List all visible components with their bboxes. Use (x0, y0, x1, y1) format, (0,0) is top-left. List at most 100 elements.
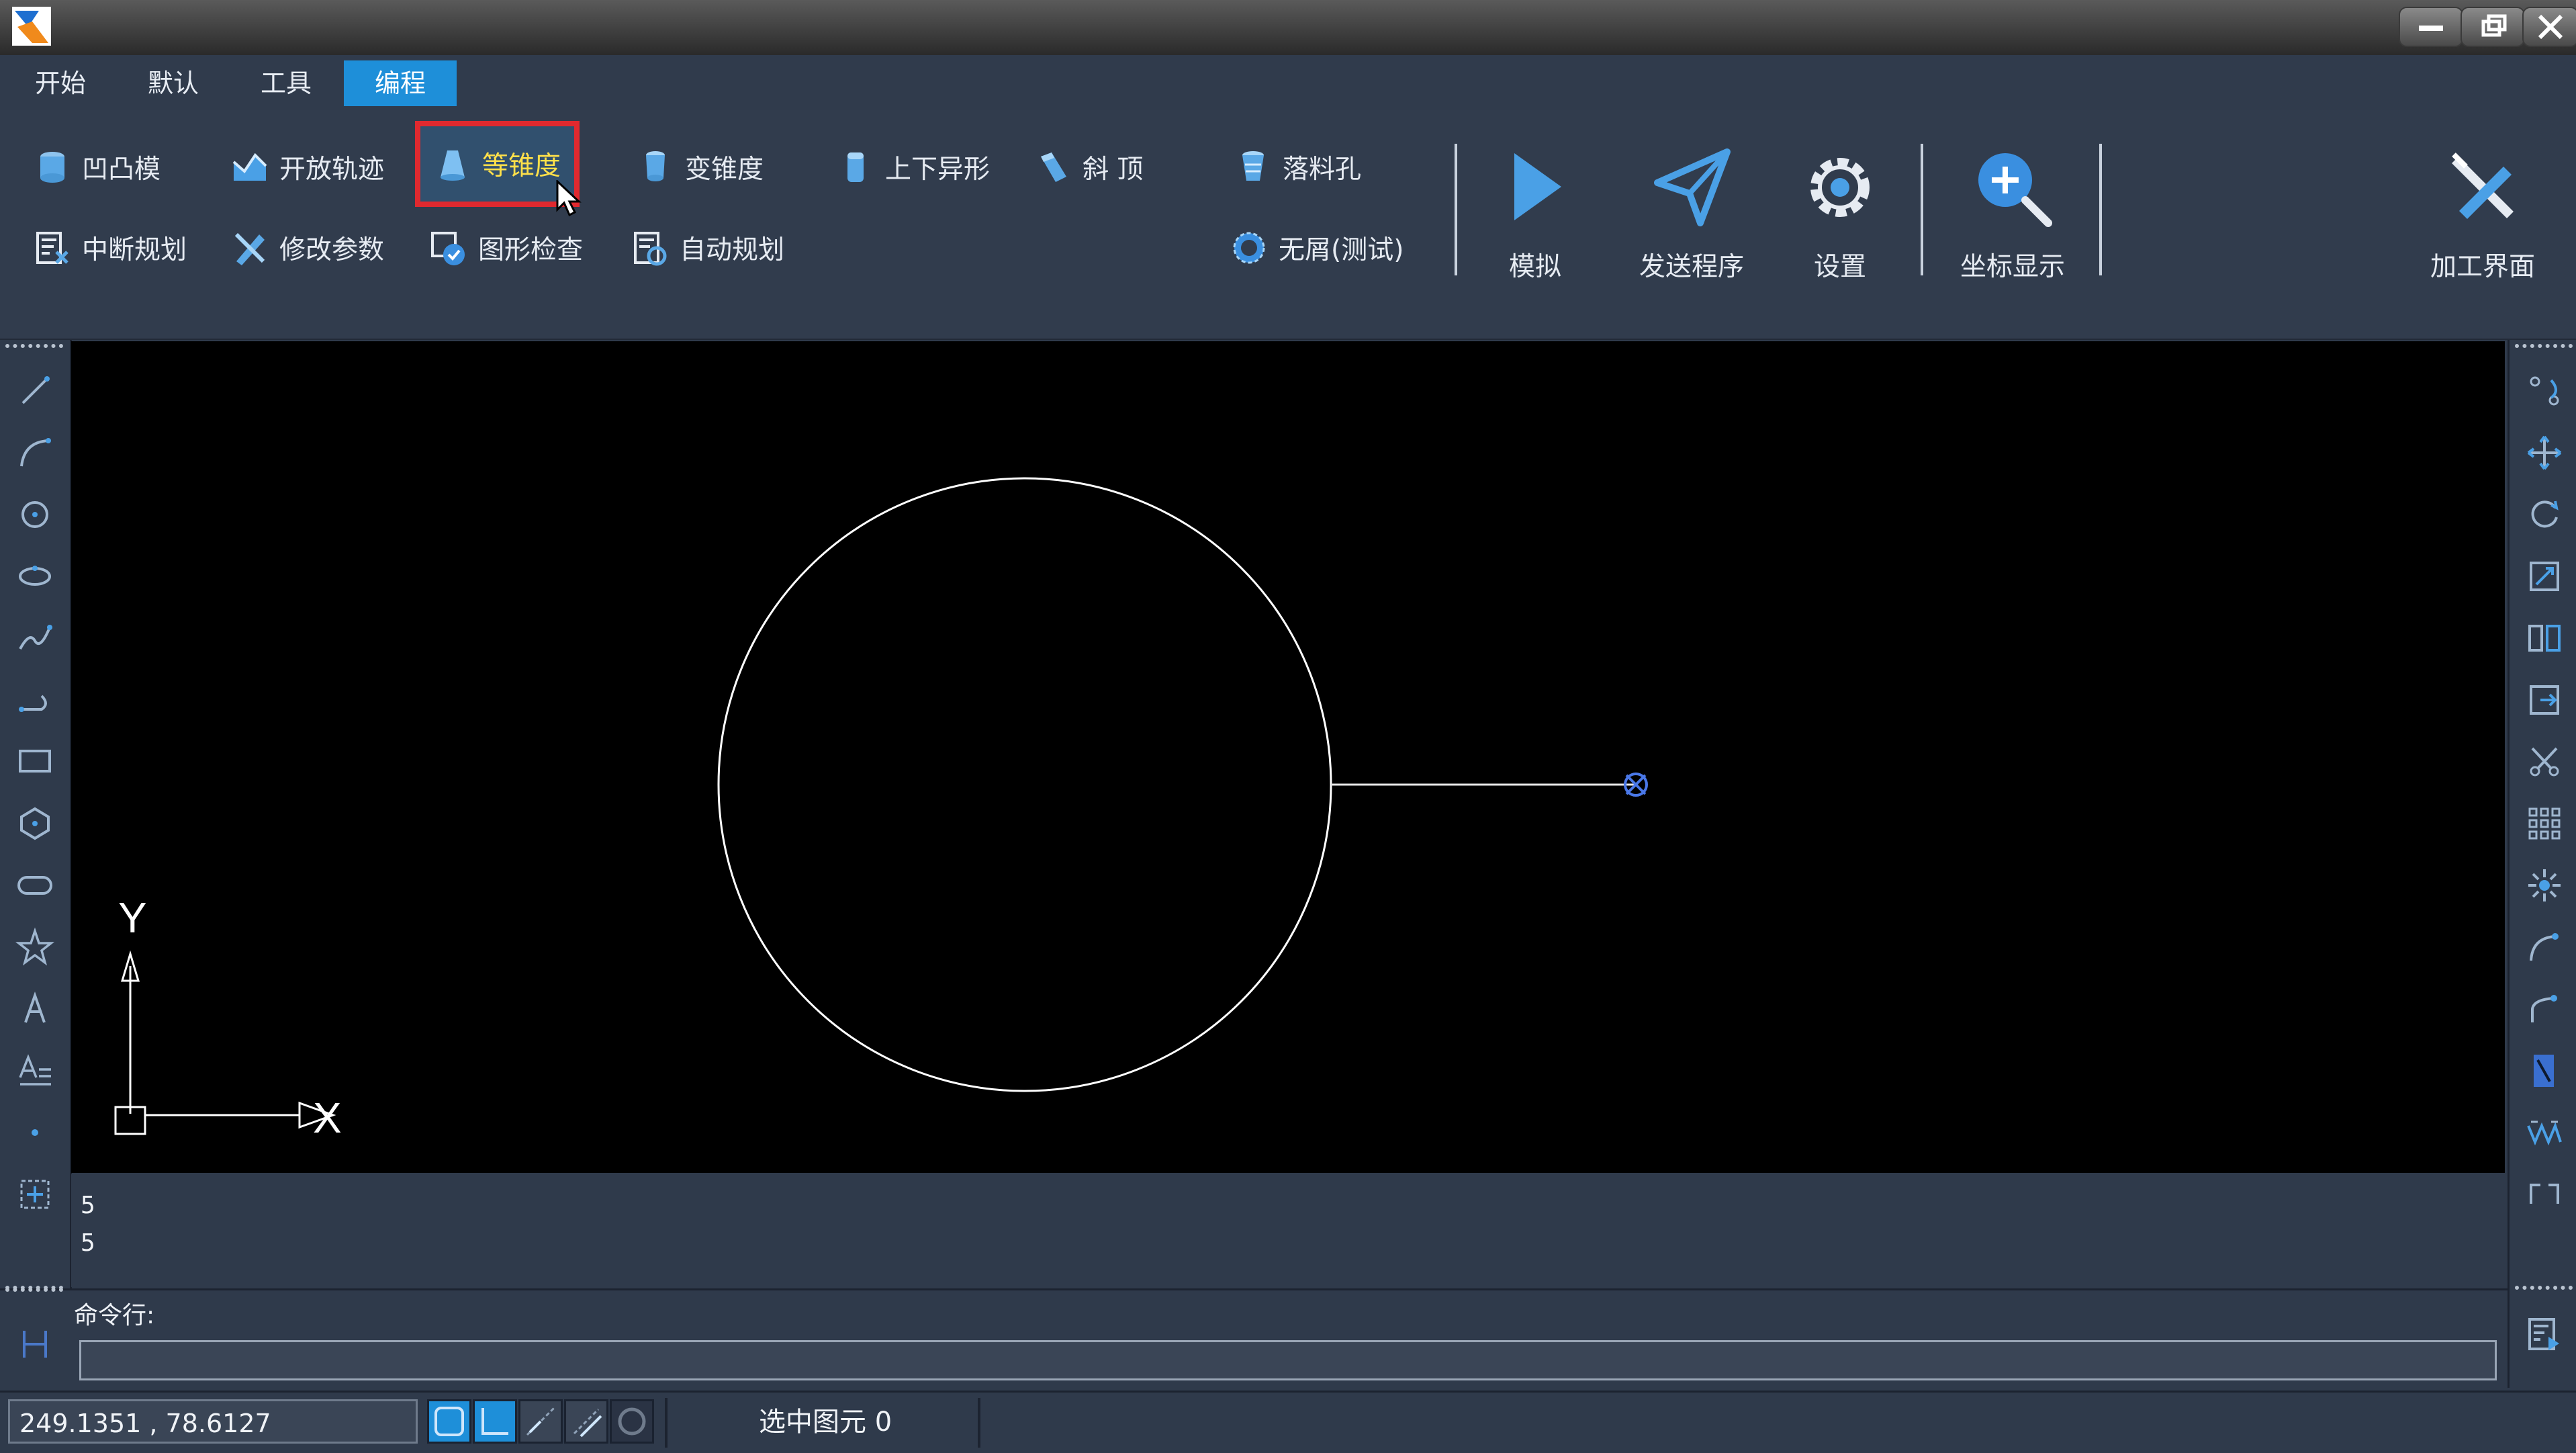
ellipse-tool-icon[interactable] (15, 556, 55, 597)
shape-check-label: 图形检查 (478, 235, 584, 265)
blanking-hole-label: 落料孔 (1283, 155, 1362, 185)
arc-tool-icon[interactable] (15, 433, 55, 473)
slant-top-label: 斜 顶 (1083, 155, 1144, 185)
polyline-tool-icon[interactable] (15, 680, 55, 720)
output-history: 5 5 (71, 1174, 2505, 1287)
auto-plan-button[interactable]: 自动规划 (631, 218, 784, 278)
ribbon-toolbar: 凹凸模 开放轨迹 等锥度 变锥度 上下异形 斜 顶 落料孔 中断规划 修改参数 … (0, 110, 2576, 340)
break-plan-button[interactable]: 中断规划 (34, 218, 187, 278)
coordinate-display-button[interactable]: 坐标显示 (1942, 137, 2083, 332)
insert-point-tool-icon[interactable] (15, 1174, 55, 1215)
bracket-tool-icon[interactable] (2524, 1174, 2565, 1215)
circle-tool-icon[interactable] (15, 494, 55, 535)
circle-snap-toggle[interactable] (610, 1399, 654, 1444)
punch-die-button[interactable]: 凹凸模 (34, 137, 160, 197)
array-tool-icon[interactable] (2524, 803, 2565, 844)
line-tool-icon[interactable] (15, 371, 55, 411)
text-tool-icon[interactable] (15, 989, 55, 1029)
menu-bar: 开始 默认 工具 编程 (0, 55, 2576, 110)
ortho-toggle[interactable] (473, 1399, 517, 1444)
toolbar-grip[interactable] (2515, 1286, 2573, 1290)
gear-icon (1796, 144, 1884, 231)
right-edit-toolbar (2508, 340, 2576, 1388)
machining-icon (2439, 144, 2526, 231)
tab-default[interactable]: 默认 (133, 60, 214, 106)
scale-tool-icon[interactable] (2524, 556, 2565, 597)
chipless-label: 无屑(测试) (1279, 235, 1404, 265)
send-program-button[interactable]: 发送程序 (1621, 137, 1762, 332)
node-edit-tool-icon[interactable] (2524, 371, 2565, 411)
blanking-hole-button[interactable]: 落料孔 (1234, 137, 1361, 197)
status-bar: 249.1351 , 78.6127 选中图元 0 (0, 1391, 2576, 1453)
coordinate-readout: 249.1351 , 78.6127 (8, 1399, 418, 1444)
settings-button[interactable]: 设置 (1773, 137, 1907, 332)
shape-check-button[interactable]: 图形检查 (430, 218, 583, 278)
break-plan-icon (34, 229, 71, 267)
edit-params-icon (231, 229, 269, 267)
restore-button[interactable] (2460, 7, 2525, 47)
minimize-button[interactable] (2399, 7, 2463, 47)
open-path-button[interactable]: 开放轨迹 (231, 137, 384, 197)
settings-label: 设置 (1813, 252, 1866, 282)
command-line-label: 命令行: (74, 1302, 155, 1329)
variable-taper-button[interactable]: 变锥度 (637, 137, 764, 197)
tab-tools[interactable]: 工具 (246, 60, 326, 106)
zoom-icon (1969, 144, 2056, 231)
polar-tracking-toggle[interactable] (518, 1399, 563, 1444)
variable-taper-label: 变锥度 (685, 155, 764, 185)
tab-programming[interactable]: 编程 (344, 60, 457, 106)
fillet-tool-icon[interactable] (2524, 927, 2565, 967)
output-line: 5 (81, 1192, 95, 1219)
toolbar-grip[interactable] (5, 344, 63, 348)
snap-grid-toggle[interactable] (427, 1399, 471, 1444)
upper-lower-shape-button[interactable]: 上下异形 (837, 137, 990, 197)
rotate-tool-icon[interactable] (2524, 494, 2565, 535)
mirror-tool-icon[interactable] (2524, 618, 2565, 658)
command-bracket-icon[interactable] (15, 1324, 55, 1364)
command-line-input[interactable] (79, 1340, 2497, 1380)
shape-check-icon (430, 229, 467, 267)
cone-icon (434, 145, 471, 183)
app-logo-icon (12, 7, 51, 46)
slant-top-button[interactable]: 斜 顶 (1034, 137, 1143, 197)
app-window: 开始 默认 工具 编程 凹凸模 开放轨迹 等锥度 变锥度 上下异形 斜 顶 落料… (0, 0, 2576, 1453)
trim-tool-icon[interactable] (2524, 742, 2565, 782)
canvas-graphics: Y X (114, 477, 1648, 1142)
text-edit-tool-icon[interactable] (15, 1051, 55, 1091)
drawn-circle[interactable] (717, 477, 1332, 1092)
simulate-button[interactable]: 模拟 (1468, 137, 1602, 332)
polygon-tool-icon[interactable] (15, 803, 55, 844)
star-tool-icon[interactable] (15, 927, 55, 967)
slant-top-icon (1034, 148, 1072, 186)
toolbar-grip[interactable] (5, 1288, 63, 1292)
object-snap-icon (573, 1408, 602, 1438)
machining-interface-label: 加工界面 (2430, 252, 2535, 282)
title-bar (0, 0, 2576, 55)
equal-taper-button[interactable]: 等锥度 (414, 121, 582, 217)
drawing-canvas[interactable]: Y X (71, 341, 2505, 1173)
rectangle-tool-icon[interactable] (15, 742, 55, 782)
toolbar-grip[interactable] (2515, 344, 2573, 348)
offset-tool-icon[interactable] (2524, 680, 2565, 720)
left-draw-toolbar (0, 340, 72, 1294)
point-tool-icon[interactable] (15, 1112, 55, 1153)
upper-lower-shape-icon (837, 148, 874, 186)
command-bar: 命令行: (0, 1288, 2508, 1391)
wave-tool-icon[interactable] (2524, 1112, 2565, 1153)
object-snap-toggle[interactable] (564, 1399, 608, 1444)
machining-interface-button[interactable]: 加工界面 (2412, 137, 2553, 332)
edit-params-button[interactable]: 修改参数 (231, 218, 384, 278)
spline-tool-icon[interactable] (15, 618, 55, 658)
ortho-icon (481, 1408, 508, 1435)
explode-tool-icon[interactable] (2524, 865, 2565, 906)
properties-tool-icon[interactable] (2524, 1314, 2565, 1354)
close-button[interactable] (2522, 7, 2576, 47)
slot-tool-icon[interactable] (15, 865, 55, 906)
cursor-icon (556, 180, 582, 217)
open-path-label: 开放轨迹 (279, 155, 385, 185)
chamfer-tool-icon[interactable] (2524, 989, 2565, 1029)
measure-tool-icon[interactable] (2524, 1051, 2565, 1091)
tab-start[interactable]: 开始 (20, 60, 101, 106)
chipless-button[interactable]: 无屑(测试) (1230, 218, 1404, 278)
move-tool-icon[interactable] (2524, 433, 2565, 473)
